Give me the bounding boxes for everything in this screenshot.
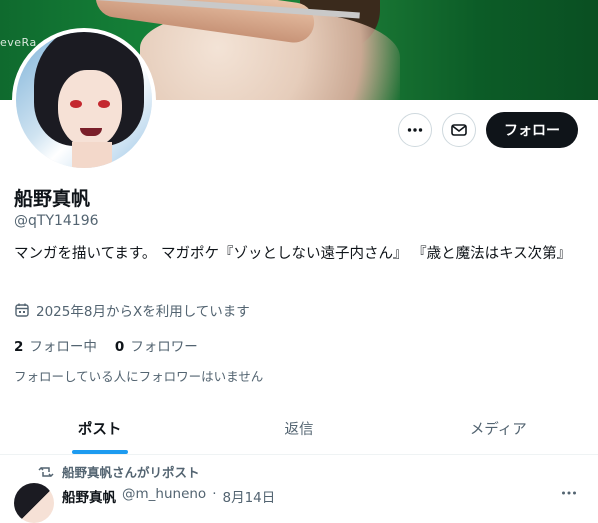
profile-tabs: ポスト 返信 メディア bbox=[0, 402, 598, 455]
mail-icon bbox=[451, 124, 467, 136]
followers-link[interactable]: 0 フォロワー bbox=[115, 335, 198, 355]
tab-replies[interactable]: 返信 bbox=[199, 402, 398, 454]
post-author-avatar[interactable] bbox=[14, 483, 54, 523]
tab-replies-label: 返信 bbox=[284, 421, 314, 438]
follow-button[interactable]: フォロー bbox=[486, 112, 578, 148]
following-count: 2 bbox=[14, 339, 24, 355]
tab-media-label: メディア bbox=[469, 421, 527, 438]
profile-name: 船野真帆 bbox=[14, 188, 91, 210]
profile-actions: フォロー bbox=[398, 112, 578, 148]
post-date[interactable]: 8月14日 bbox=[223, 486, 276, 506]
post-more-button[interactable] bbox=[560, 484, 578, 506]
post-author-name[interactable]: 船野真帆 bbox=[62, 486, 116, 506]
followers-label: フォロワー bbox=[130, 339, 198, 355]
active-tab-indicator bbox=[71, 450, 128, 454]
join-date-text: 2025年8月からXを利用しています bbox=[36, 304, 250, 320]
avatar-face bbox=[58, 70, 122, 148]
message-button[interactable] bbox=[442, 113, 476, 147]
post-separator: · bbox=[212, 486, 217, 502]
followers-count: 0 bbox=[114, 339, 125, 355]
avatar-eye-right bbox=[98, 100, 110, 108]
tab-posts[interactable]: ポスト bbox=[0, 402, 199, 454]
repost-indicator: 船野真帆さんがリポスト bbox=[38, 462, 200, 481]
join-date: 2025年8月からXを利用しています bbox=[14, 300, 250, 320]
tab-media[interactable]: メディア bbox=[399, 402, 598, 454]
post-author-handle[interactable]: @m_huneno bbox=[122, 486, 206, 506]
mutual-followers-notice: フォローしている人にフォロワーはいません bbox=[14, 369, 264, 384]
avatar-neck bbox=[72, 142, 112, 168]
follow-counts: 2 フォロー中 0 フォロワー bbox=[14, 335, 198, 355]
avatar-eye-left bbox=[70, 100, 82, 108]
post-header: 船野真帆 @m_huneno · 8月14日 bbox=[62, 486, 275, 506]
profile-bio: マンガを描いてます。 マガポケ『ゾッとしない遠子内さん』 『歳と魔法はキス次第』 bbox=[14, 246, 572, 262]
calendar-icon bbox=[15, 303, 29, 317]
repost-icon bbox=[38, 466, 54, 477]
profile-avatar[interactable] bbox=[12, 28, 156, 172]
repost-label[interactable]: 船野真帆さんがリポスト bbox=[62, 462, 200, 481]
tab-posts-label: ポスト bbox=[77, 421, 122, 438]
profile-handle: @qTY14196 bbox=[14, 213, 99, 229]
following-link[interactable]: 2 フォロー中 bbox=[14, 335, 97, 355]
more-icon bbox=[562, 491, 576, 495]
more-button[interactable] bbox=[398, 113, 432, 147]
more-icon bbox=[407, 128, 423, 132]
following-label: フォロー中 bbox=[29, 339, 97, 355]
